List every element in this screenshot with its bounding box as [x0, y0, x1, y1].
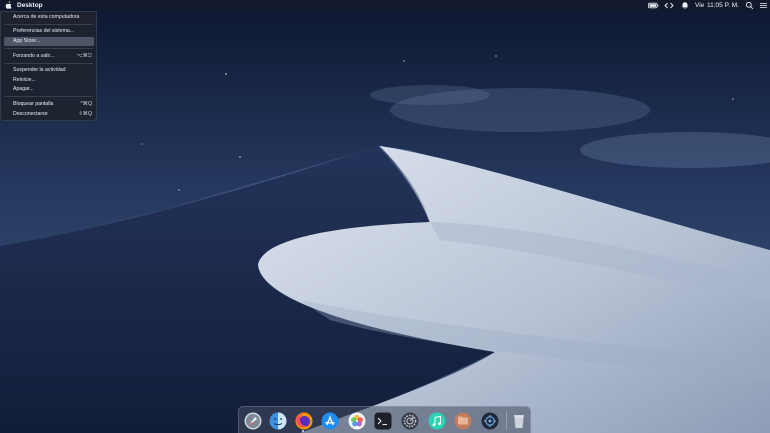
terminal-icon[interactable] [374, 412, 392, 430]
desktop: Desktop Vie 11:05 P. M. Acerca de esta c… [0, 0, 770, 433]
menu-separator [5, 96, 93, 97]
menubar-day[interactable]: Vie [695, 0, 704, 11]
firefox-icon[interactable] [295, 412, 313, 430]
menu-item-restart[interactable]: Reinicie... [4, 76, 94, 85]
menu-item-force-quit[interactable]: Forzando a salir... ⌥⌘⎋ [4, 52, 94, 61]
active-app-name[interactable]: Desktop [17, 0, 43, 11]
app-store-icon[interactable] [321, 412, 339, 430]
apple-menu-dropdown: Acerca de esta computadora Preferencias … [0, 11, 97, 121]
desert-dune-wallpaper [0, 0, 770, 433]
log-out-shortcut: ⇧⌘Q [78, 111, 92, 117]
dock-divider [506, 411, 507, 430]
launchpad-icon[interactable] [244, 412, 262, 430]
menu-item-shut-down[interactable]: Apagar... [4, 85, 94, 94]
files-icon[interactable] [454, 412, 472, 430]
code-arrows-icon[interactable] [664, 0, 674, 11]
firefox-running-indicator [302, 430, 304, 432]
menu-item-sleep[interactable]: Suspender la actividad [4, 66, 94, 75]
list-icon[interactable] [759, 0, 768, 11]
force-quit-shortcut: ⌥⌘⎋ [76, 53, 92, 59]
screenshot-icon[interactable] [481, 412, 499, 430]
menu-bar: Desktop Vie 11:05 P. M. [0, 0, 770, 11]
menu-item-app-store[interactable]: App Store... [4, 37, 94, 46]
menubar-clock[interactable]: 11:05 P. M. [707, 0, 739, 11]
menu-item-log-out[interactable]: Desconectarse ⇧⌘Q [4, 110, 94, 119]
photos-icon[interactable] [348, 412, 366, 430]
system-preferences-icon[interactable] [401, 412, 419, 430]
trash-icon[interactable] [510, 412, 528, 430]
menu-item-about[interactable]: Acerca de esta computadora [4, 13, 94, 22]
menu-separator [5, 63, 93, 64]
menu-item-system-preferences[interactable]: Preferencias del sistema... [4, 27, 94, 36]
finder-icon[interactable] [269, 412, 287, 430]
menu-item-lock-screen[interactable]: Bloquear pantalla ^⌘Q [4, 100, 94, 109]
music-icon[interactable] [428, 412, 446, 430]
battery-icon[interactable] [648, 0, 659, 11]
search-icon[interactable] [745, 0, 754, 11]
notification-icon[interactable] [681, 0, 689, 11]
menu-separator [5, 24, 93, 25]
apple-logo-icon[interactable] [4, 1, 13, 10]
menu-separator [5, 48, 93, 49]
lock-screen-shortcut: ^⌘Q [80, 101, 92, 107]
